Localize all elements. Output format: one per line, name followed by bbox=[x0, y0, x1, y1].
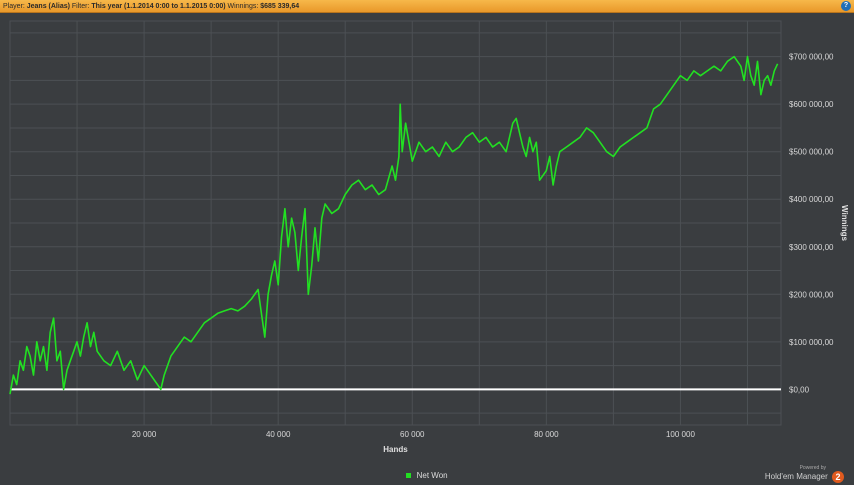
y-tick-label: $0,00 bbox=[789, 385, 810, 394]
y-tick-label: $200 000,00 bbox=[789, 290, 834, 299]
net-won-line bbox=[9, 55, 779, 395]
player-value: Jeans (Alias) bbox=[26, 3, 70, 10]
legend-swatch bbox=[406, 473, 412, 479]
y-tick-label: $100 000,00 bbox=[789, 338, 834, 347]
x-tick-label: 80 000 bbox=[534, 430, 559, 439]
x-tick-label: 100 000 bbox=[666, 430, 695, 439]
y-tick-label: $400 000,00 bbox=[789, 195, 834, 204]
legend[interactable]: Net Won bbox=[0, 471, 854, 480]
brand-name: Hold'em Manager bbox=[764, 472, 828, 482]
y-tick-label: $300 000,00 bbox=[789, 243, 834, 252]
winnings-value: $685 339,64 bbox=[260, 3, 300, 10]
y-tick-label: $700 000,00 bbox=[789, 53, 834, 62]
x-tick-label: 20 000 bbox=[132, 430, 157, 439]
brand: Powered by Hold'em Manager 2 bbox=[765, 465, 844, 483]
grid bbox=[9, 20, 782, 426]
y-tick-label: $600 000,00 bbox=[789, 100, 834, 109]
filter-label: Filter: bbox=[71, 3, 90, 10]
x-tick-label: 40 000 bbox=[266, 430, 291, 439]
powered-by: Powered by bbox=[799, 465, 826, 471]
y-axis-label: Winnings bbox=[840, 205, 849, 241]
x-axis: 20 000 40 000 60 000 80 000 100 000 bbox=[132, 430, 696, 439]
y-tick-label: $500 000,00 bbox=[789, 148, 834, 157]
winnings-label: Winnings: bbox=[227, 3, 259, 10]
y-axis: $0,00 $100 000,00 $200 000,00 $300 000,00 $4… bbox=[789, 53, 834, 395]
help-icon[interactable]: ? bbox=[841, 1, 851, 11]
player-label: Player: bbox=[3, 3, 25, 10]
x-axis-label: Hands bbox=[383, 445, 408, 454]
winnings-chart: 20 000 40 000 60 000 80 000 100 000 $0,00 $10… bbox=[9, 20, 849, 454]
legend-label: Net Won bbox=[416, 471, 448, 480]
x-tick-label: 60 000 bbox=[400, 430, 425, 439]
filter-value: This year (1.1.2014 0:00 to 1.1.2015 0:0… bbox=[91, 3, 226, 10]
header-bar: Player: Jeans (Alias) Filter: This year … bbox=[0, 0, 854, 13]
brand-logo: 2 bbox=[832, 471, 844, 483]
